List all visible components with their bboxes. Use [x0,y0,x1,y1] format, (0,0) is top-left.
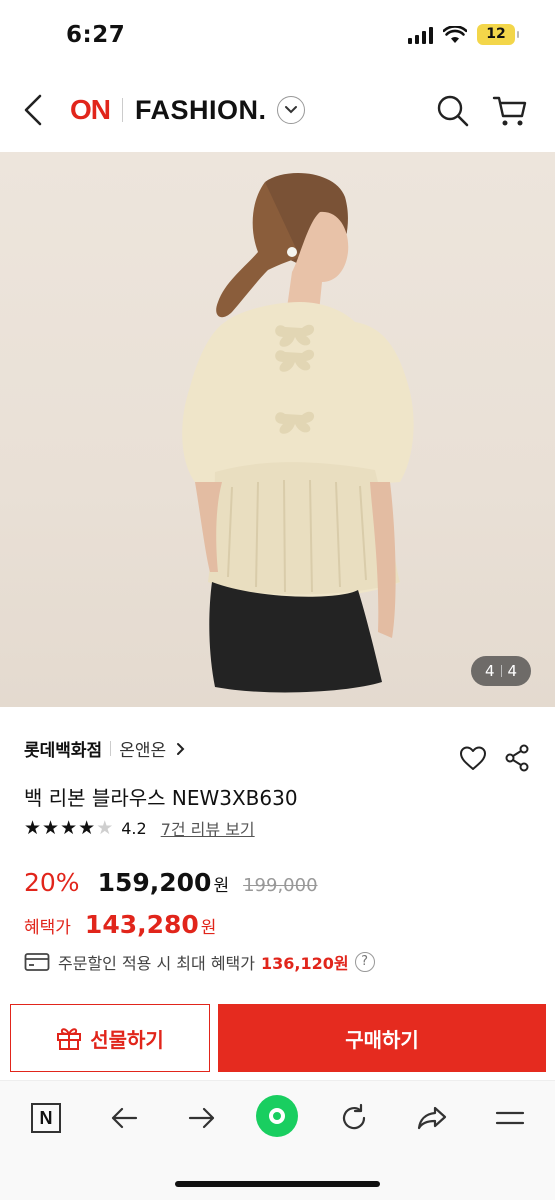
share-icon[interactable] [504,744,530,772]
store-name: 온앤온 [119,741,167,761]
share-page-button[interactable] [412,1101,452,1135]
buy-button-label: 구매하기 [345,1027,419,1052]
hamburger-menu-icon [495,1111,525,1125]
gift-button-label: 선물하기 [90,1027,164,1052]
image-counter-total: 4 [507,662,518,680]
card-benefit-text: 주문할인 적용 시 최대 혜택가 [58,954,255,973]
naver-n-icon: N [31,1103,61,1133]
wifi-icon [443,25,467,43]
battery-icon: 12 [477,24,519,45]
reload-icon [342,1103,366,1130]
cart-icon[interactable] [492,94,528,128]
home-indicator[interactable] [175,1181,380,1187]
buy-button[interactable]: 구매하기 [218,1004,546,1072]
logo-divider [122,98,123,122]
naver-home-button[interactable]: N [26,1101,66,1135]
card-benefit-amount: 136,120원 [260,954,349,973]
benefit-price: 143,280 [84,910,199,939]
image-counter-divider [500,665,502,677]
share-arrow-icon [417,1106,447,1130]
back-arrow-icon[interactable] [18,90,50,130]
green-dot-button[interactable] [256,1095,298,1137]
app-header: ON FASHION. [0,72,555,152]
image-counter-current: 4 [484,662,495,680]
rating-stars: ★ ★ ★ ★ ★ [24,816,114,839]
gift-button[interactable]: 선물하기 [10,1004,210,1072]
green-dot-icon [269,1108,285,1124]
review-link[interactable]: 7건 리뷰 보기 [161,816,255,840]
price-row: 20% 159,200 원 199,000 [24,868,318,897]
arrow-left-icon [111,1107,138,1129]
arrow-right-icon [188,1107,215,1129]
product-image[interactable]: 4 4 [0,152,555,707]
status-time: 6:27 [66,22,126,48]
star-empty-icon: ★ [96,816,114,839]
gift-icon [57,1028,82,1050]
browser-toolbar: N [0,1080,555,1200]
browser-forward-button[interactable] [182,1101,222,1135]
sale-price: 159,200 [97,868,212,897]
rating-row: ★ ★ ★ ★ ★ 4.2 7건 리뷰 보기 [24,816,255,840]
benefit-label: 혜택가 [24,918,71,938]
brand-divider [110,741,112,756]
info-icon[interactable]: ? [354,952,375,972]
status-bar: 6:27 12 [0,0,555,72]
chevron-right-icon [177,742,185,755]
heart-icon[interactable] [458,744,488,772]
discount-rate: 20% [24,868,80,897]
product-title: 백 리본 블라우스 NEW3XB630 [24,786,298,810]
star-icon: ★ [60,816,78,839]
search-icon[interactable] [436,94,470,128]
logo[interactable]: ON FASHION. [70,94,305,126]
star-icon: ★ [78,816,96,839]
brand-name: 롯데백화점 [24,741,103,761]
card-benefit-row: 주문할인 적용 시 최대 혜택가 136,120원 ? [24,950,375,974]
product-photo [182,173,414,693]
menu-button[interactable] [490,1101,530,1135]
star-icon: ★ [24,816,42,839]
benefit-currency: 원 [200,918,217,938]
logo-on: ON [70,94,111,125]
chevron-down-icon[interactable] [276,96,305,124]
brand-row[interactable]: 롯데백화점 온앤온 [24,736,186,761]
image-counter: 4 4 [471,656,531,686]
sale-price-currency: 원 [213,876,230,896]
battery-level: 12 [486,26,506,42]
reload-button[interactable] [334,1101,374,1135]
benefit-row: 혜택가 143,280 원 [24,910,216,939]
credit-card-icon [24,953,50,971]
original-price: 199,000 [243,875,318,896]
star-icon: ★ [42,816,60,839]
signal-icon [408,26,433,44]
status-icons: 12 [408,24,519,45]
rating-value: 4.2 [121,818,147,838]
browser-back-button[interactable] [104,1101,144,1135]
logo-fashion: FASHION. [135,94,267,125]
